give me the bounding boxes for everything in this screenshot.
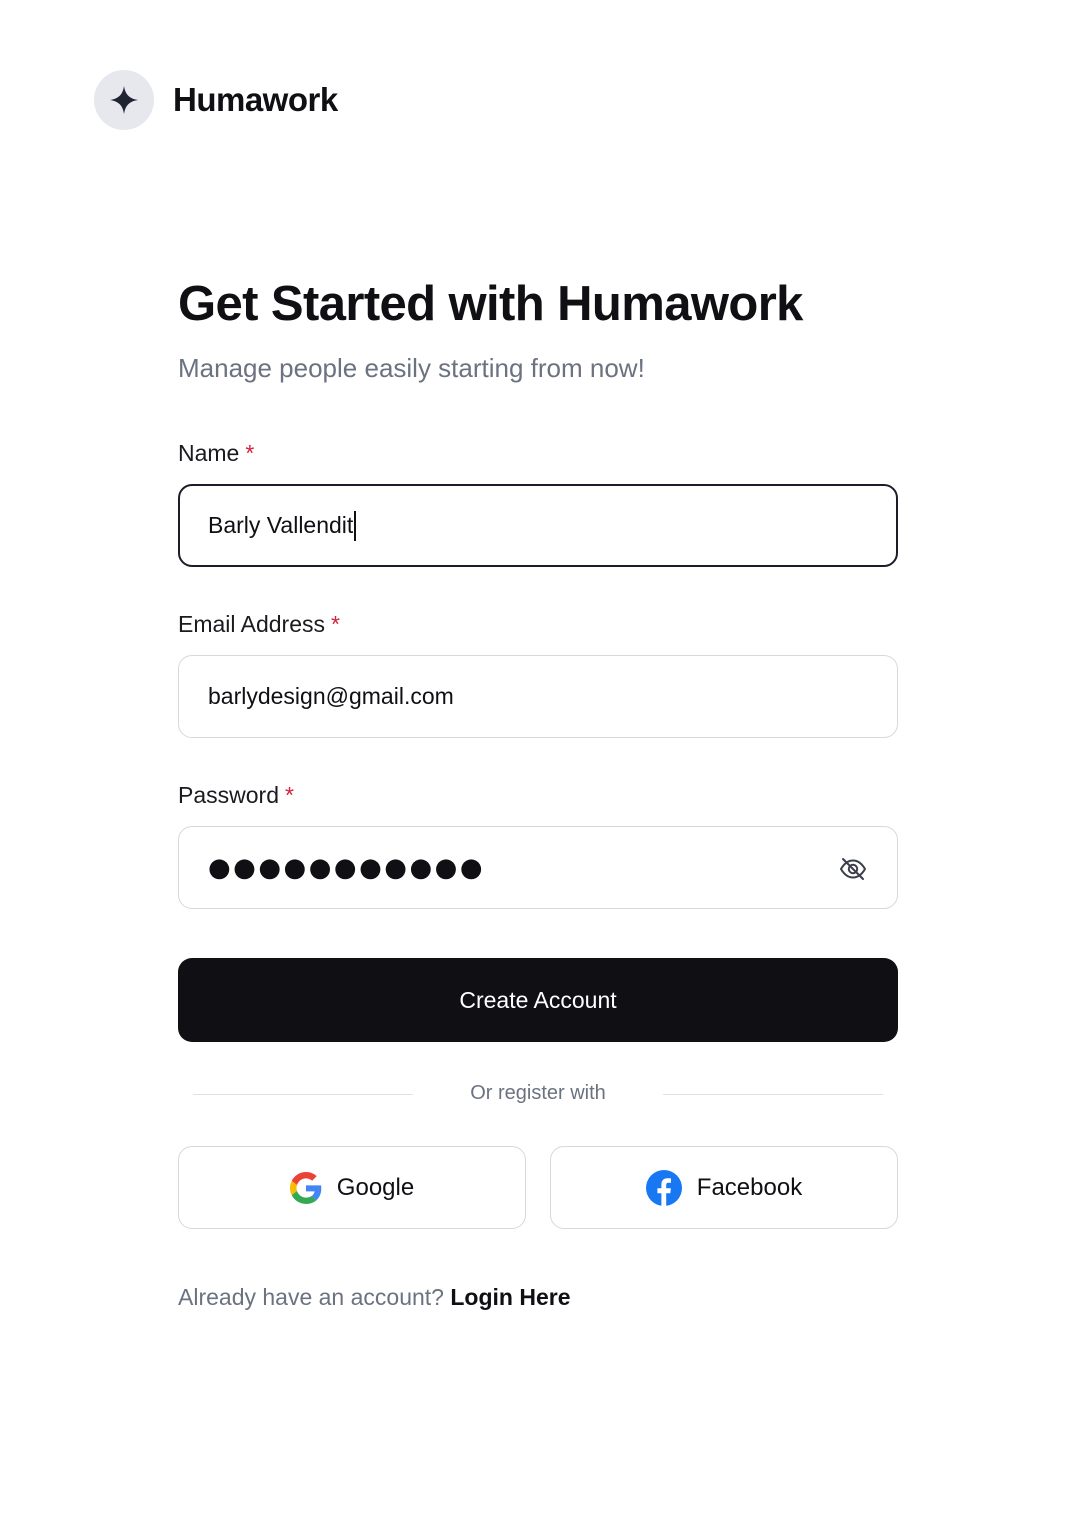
or-divider: Or register with: [178, 1082, 898, 1108]
facebook-label: Facebook: [696, 1173, 803, 1201]
login-link[interactable]: Login Here: [450, 1284, 570, 1310]
login-prompt: Already have an account? Login Here: [178, 1284, 570, 1311]
page-title: Get Started with Humawork: [178, 277, 803, 331]
facebook-icon: [645, 1169, 682, 1206]
required-mark: *: [284, 782, 294, 808]
email-input-value: barlydesign@gmail.com: [208, 683, 454, 709]
login-prompt-text: Already have an account?: [178, 1284, 444, 1310]
required-mark: *: [245, 440, 255, 466]
sparkle-icon: [94, 70, 154, 130]
password-label-text: Password: [178, 782, 279, 808]
eye-off-icon[interactable]: [838, 854, 868, 884]
name-input[interactable]: Barly Vallendit: [178, 484, 898, 567]
name-label: Name *: [178, 440, 254, 467]
google-icon: [289, 1171, 322, 1204]
divider-line-right: [663, 1094, 883, 1095]
name-label-text: Name: [178, 440, 240, 466]
facebook-button[interactable]: Facebook: [550, 1146, 898, 1229]
brand-name: Humawork: [173, 81, 338, 118]
required-mark: *: [331, 611, 340, 637]
email-label-text: Email Address: [178, 611, 326, 637]
password-masked-value: ●●●●●●●●●●●: [208, 852, 486, 883]
password-input[interactable]: ●●●●●●●●●●●: [178, 826, 898, 909]
signup-form: Get Started with Humawork Manage people …: [178, 276, 898, 1310]
email-input[interactable]: barlydesign@gmail.com: [178, 655, 898, 738]
name-input-value: Barly Vallendit: [208, 512, 354, 538]
password-label: Password *: [178, 782, 294, 809]
google-button[interactable]: Google: [178, 1146, 526, 1229]
brand-logo: Humawork: [94, 70, 338, 130]
create-account-button[interactable]: Create Account: [178, 958, 898, 1042]
page-subtitle: Manage people easily starting from now!: [178, 353, 645, 383]
email-label: Email Address *: [178, 611, 340, 638]
google-label: Google: [336, 1173, 415, 1201]
text-caret: [354, 510, 356, 541]
